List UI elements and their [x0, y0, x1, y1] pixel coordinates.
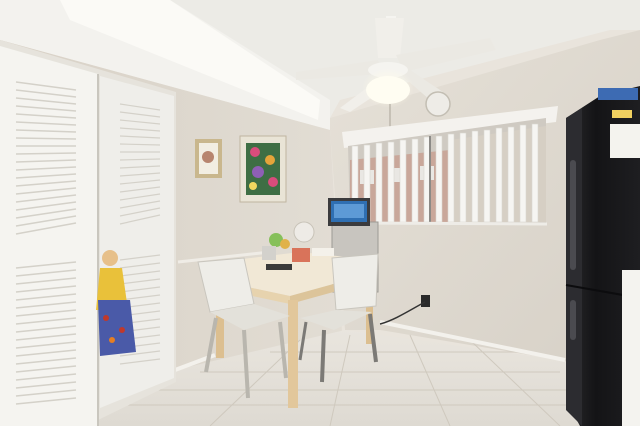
closet-door-right: [100, 76, 174, 408]
laptop: [328, 198, 370, 226]
dining-nook-photo: [0, 0, 640, 426]
small-framed-picture: [195, 139, 222, 178]
closet-doors: [0, 40, 176, 426]
room-scene: [0, 0, 640, 426]
refrigerator: [565, 86, 640, 426]
fridge-magnet: [598, 88, 638, 100]
fridge-note: [610, 124, 640, 158]
wall-outlet: [421, 295, 430, 307]
table-leg: [288, 300, 298, 408]
wall-clock: [425, 91, 451, 117]
fan-blade: [375, 18, 404, 58]
floral-artwork: [239, 135, 287, 203]
